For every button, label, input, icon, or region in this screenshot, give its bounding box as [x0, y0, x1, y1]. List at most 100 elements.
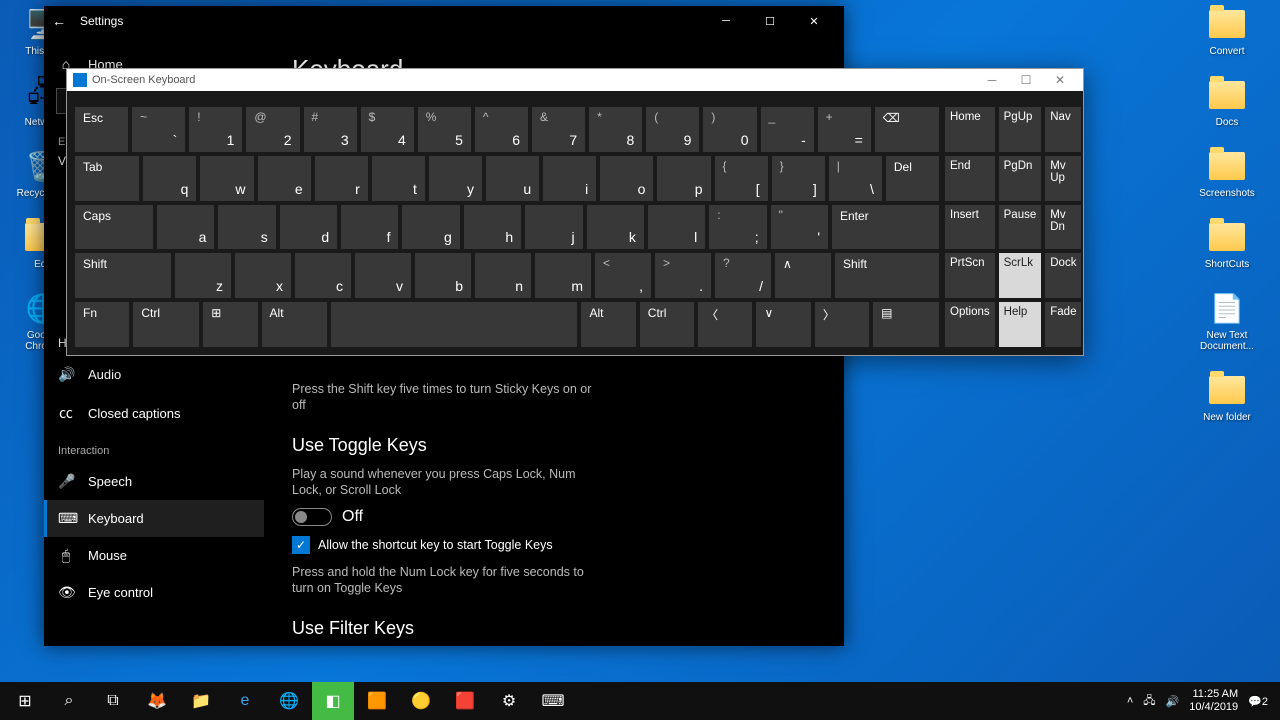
- key-pgup[interactable]: PgUp: [999, 107, 1042, 152]
- start-button[interactable]: ⊞: [4, 682, 46, 720]
- key-mvup[interactable]: Mv Up: [1045, 156, 1081, 201]
- taskbar-osk[interactable]: ⌨: [532, 682, 574, 720]
- key-8[interactable]: *8: [589, 107, 642, 152]
- osk-minimize[interactable]: ─: [975, 73, 1009, 87]
- key-caps[interactable]: Caps: [75, 205, 153, 250]
- key-tab[interactable]: Tab: [75, 156, 139, 201]
- key-alt-left[interactable]: Alt: [262, 302, 328, 347]
- key-w[interactable]: w: [200, 156, 253, 201]
- folder-convert[interactable]: Convert: [1192, 4, 1262, 57]
- key-i[interactable]: i: [543, 156, 596, 201]
- key-q[interactable]: q: [143, 156, 196, 201]
- key-1[interactable]: !1: [189, 107, 242, 152]
- key-t[interactable]: t: [372, 156, 425, 201]
- key-fn[interactable]: Fn: [75, 302, 129, 347]
- key-options[interactable]: Options: [945, 302, 995, 347]
- key-esc[interactable]: Esc: [75, 107, 128, 152]
- key-\[interactable]: |\: [829, 156, 882, 201]
- key-m[interactable]: m: [535, 253, 591, 298]
- key-k[interactable]: k: [587, 205, 644, 250]
- maximize-button[interactable]: ☐: [748, 6, 792, 36]
- folder-screenshots[interactable]: Screenshots: [1192, 146, 1262, 199]
- key-][interactable]: }]: [772, 156, 825, 201]
- taskbar-edge[interactable]: e: [224, 682, 266, 720]
- key-`[interactable]: ~`: [132, 107, 185, 152]
- key-menu[interactable]: ▤: [873, 302, 939, 347]
- key-a[interactable]: a: [157, 205, 214, 250]
- key-arrow-right[interactable]: 〉: [815, 302, 869, 347]
- key-pause[interactable]: Pause: [999, 205, 1042, 250]
- key-s[interactable]: s: [218, 205, 275, 250]
- key-end[interactable]: End: [945, 156, 995, 201]
- key-'[interactable]: "': [771, 205, 828, 250]
- new-folder[interactable]: New folder: [1192, 370, 1262, 423]
- sidebar-item-speech[interactable]: 🎤Speech: [44, 463, 264, 500]
- key-o[interactable]: o: [600, 156, 653, 201]
- key-4[interactable]: $4: [361, 107, 414, 152]
- key-2[interactable]: @2: [246, 107, 299, 152]
- key-/[interactable]: ?/: [715, 253, 771, 298]
- key-shift-left[interactable]: Shift: [75, 253, 171, 298]
- task-view-button[interactable]: ⧉: [92, 682, 134, 720]
- key-6[interactable]: ^6: [475, 107, 528, 152]
- sidebar-item-mouse[interactable]: 🖱Mouse: [44, 537, 264, 574]
- close-button[interactable]: ✕: [792, 6, 836, 36]
- search-button[interactable]: ⌕: [48, 682, 90, 720]
- key-scrlk[interactable]: ScrLk: [999, 253, 1042, 298]
- key-ctrl-left[interactable]: Ctrl: [133, 302, 199, 347]
- notification-button[interactable]: 💬2: [1248, 695, 1268, 708]
- tray-network-icon[interactable]: 🖧: [1143, 692, 1155, 711]
- key-[[interactable]: {[: [715, 156, 768, 201]
- key-alt-right[interactable]: Alt: [581, 302, 635, 347]
- key-fade[interactable]: Fade: [1045, 302, 1081, 347]
- key-x[interactable]: x: [235, 253, 291, 298]
- key-g[interactable]: g: [402, 205, 459, 250]
- key-shift-right[interactable]: Shift: [835, 253, 939, 298]
- key-z[interactable]: z: [175, 253, 231, 298]
- key-v[interactable]: v: [355, 253, 411, 298]
- new-text-doc[interactable]: 📄New Text Document...: [1192, 288, 1262, 352]
- taskbar-explorer[interactable]: 📁: [180, 682, 222, 720]
- key-f[interactable]: f: [341, 205, 398, 250]
- key-d[interactable]: d: [280, 205, 337, 250]
- key-home[interactable]: Home: [945, 107, 995, 152]
- key-del[interactable]: Del: [886, 156, 939, 201]
- key-insert[interactable]: Insert: [945, 205, 995, 250]
- system-tray[interactable]: ˄ 🖧 🔊 11:25 AM10/4/2019 💬2: [1119, 688, 1276, 714]
- toggle-keys-switch[interactable]: Off: [292, 508, 816, 526]
- folder-docs[interactable]: Docs: [1192, 75, 1262, 128]
- key-0[interactable]: )0: [703, 107, 756, 152]
- key-9[interactable]: (9: [646, 107, 699, 152]
- key-c[interactable]: c: [295, 253, 351, 298]
- folder-shortcuts[interactable]: ShortCuts: [1192, 217, 1262, 270]
- taskbar-firefox[interactable]: 🦊: [136, 682, 178, 720]
- key-arrow-up[interactable]: ∧: [775, 253, 831, 298]
- key-enter[interactable]: Enter: [832, 205, 939, 250]
- toggle-keys-shortcut-checkbox[interactable]: ✓Allow the shortcut key to start Toggle …: [292, 536, 816, 554]
- osk-close[interactable]: ✕: [1043, 73, 1077, 87]
- key-dock[interactable]: Dock: [1045, 253, 1081, 298]
- key-pgdn[interactable]: PgDn: [999, 156, 1042, 201]
- key-3[interactable]: #3: [304, 107, 357, 152]
- key-,[interactable]: <,: [595, 253, 651, 298]
- key-p[interactable]: p: [657, 156, 710, 201]
- sidebar-item-closed-captions[interactable]: ㏄Closed captions: [44, 393, 264, 433]
- taskbar-settings[interactable]: ⚙: [488, 682, 530, 720]
- key-backspace[interactable]: ⌫: [875, 107, 939, 152]
- key-l[interactable]: l: [648, 205, 705, 250]
- key--[interactable]: _-: [761, 107, 814, 152]
- key-space[interactable]: [331, 302, 577, 347]
- sidebar-item-eye-control[interactable]: 👁Eye control: [44, 574, 264, 611]
- key-win[interactable]: ⊞: [203, 302, 257, 347]
- key-=[interactable]: +=: [818, 107, 871, 152]
- key-h[interactable]: h: [464, 205, 521, 250]
- osk-maximize[interactable]: ☐: [1009, 73, 1043, 87]
- taskbar-chrome[interactable]: 🌐: [268, 682, 310, 720]
- sidebar-item-keyboard[interactable]: ⌨Keyboard: [44, 500, 264, 537]
- tray-chevron-icon[interactable]: ˄: [1127, 695, 1133, 707]
- key-e[interactable]: e: [258, 156, 311, 201]
- key-.[interactable]: >.: [655, 253, 711, 298]
- minimize-button[interactable]: ─: [704, 6, 748, 36]
- key-r[interactable]: r: [315, 156, 368, 201]
- taskbar-camtasia[interactable]: ◧: [312, 682, 354, 720]
